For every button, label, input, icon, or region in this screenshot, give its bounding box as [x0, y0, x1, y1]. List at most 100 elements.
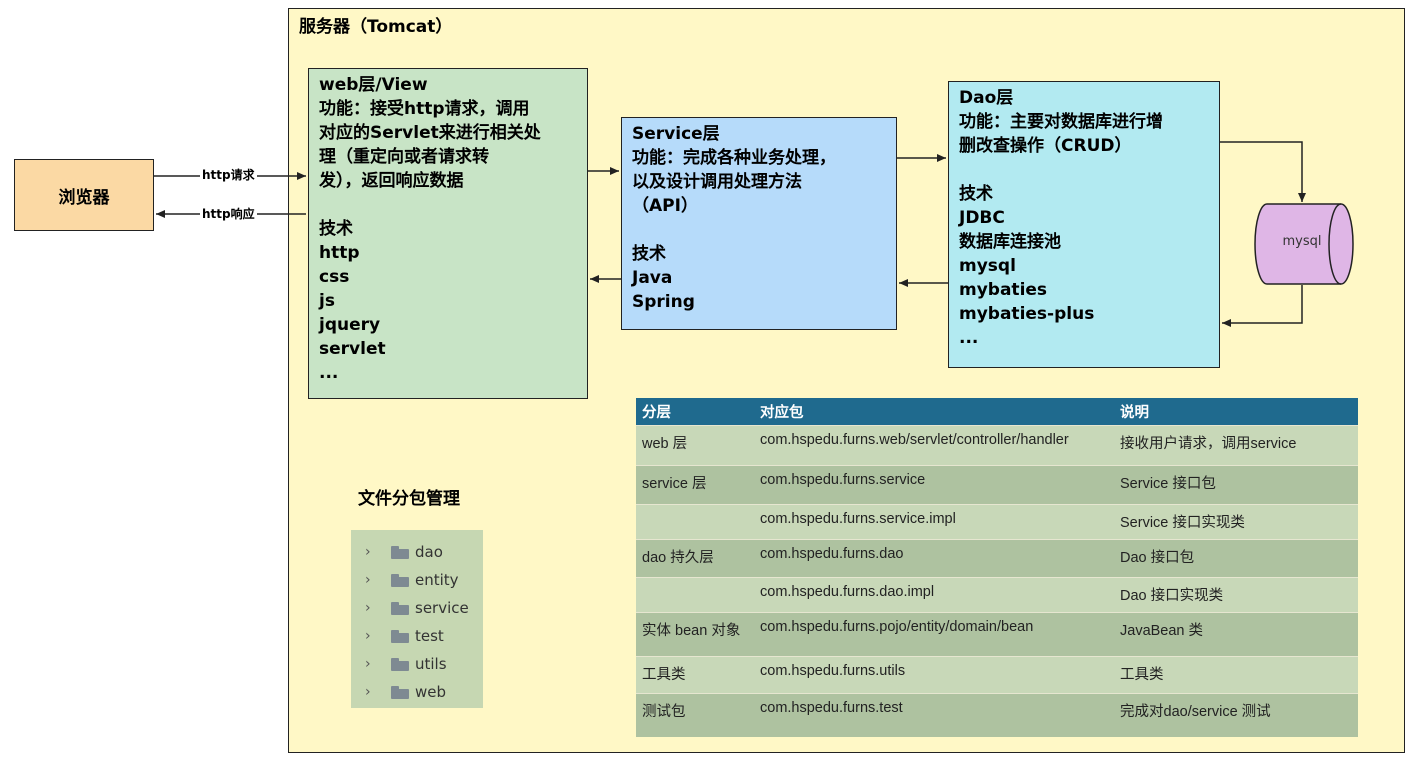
- box-text-line: [319, 193, 577, 217]
- box-text-line: 功能：完成各种业务处理，: [632, 148, 836, 168]
- package-folder-label: service: [415, 599, 469, 617]
- chevron-right-icon[interactable]: ›: [365, 572, 377, 588]
- box-text-line: servlet: [319, 339, 386, 359]
- box-text-line: 数据库连接池: [959, 232, 1061, 252]
- http-response-label: http响应: [200, 207, 257, 221]
- http-request-label: http请求: [200, 168, 257, 182]
- table-row: com.hspedu.furns.dao.impl Dao 接口实现类: [636, 577, 1358, 613]
- box-text-line: 技术: [319, 219, 353, 239]
- package-folder-label: utils: [415, 655, 447, 673]
- table-header-cell: 分层: [636, 398, 754, 425]
- table-cell: com.hspedu.furns.service.impl: [754, 503, 1114, 540]
- table-row: service 层 com.hspedu.furns.service Service…: [636, 465, 1358, 504]
- folder-icon: [391, 573, 409, 587]
- table-cell: [636, 577, 754, 613]
- folder-icon: [391, 629, 409, 643]
- web-layer-box: web层/View 功能：接受http请求，调用 对应的Servlet来进行相关处理…: [308, 68, 588, 399]
- table-row: 实体 bean 对象 com.hspedu.furns.pojo/entity/d…: [636, 611, 1358, 657]
- package-folder-label: entity: [415, 571, 459, 589]
- table-header-cell: 对应包: [754, 398, 1114, 425]
- package-tree: › dao › entity › service › test › utils › web: [351, 530, 483, 708]
- folder-icon: [391, 657, 409, 671]
- box-text-line: JDBC: [959, 208, 1005, 228]
- table-header-row: 分层 对应包 说明: [636, 398, 1358, 425]
- table-cell: com.hspedu.furns.dao: [754, 538, 1114, 578]
- table-row: 工具类 com.hspedu.furns.utils 工具类: [636, 656, 1358, 694]
- box-text-line: jquery: [319, 315, 381, 335]
- table-cell: Service 接口包: [1114, 465, 1358, 504]
- box-text-line: [959, 158, 1209, 182]
- chevron-right-icon[interactable]: ›: [365, 684, 377, 700]
- box-text-line: mysql: [959, 256, 1016, 276]
- package-folder-item[interactable]: › dao: [351, 538, 483, 566]
- box-text-line: Java: [632, 268, 673, 288]
- layer-package-table: 分层 对应包 说明 web 层 com.hspedu.furns.web/serv…: [636, 398, 1358, 737]
- box-text-line: Spring: [632, 292, 695, 312]
- table-cell: 测试包: [636, 692, 754, 737]
- table-row: dao 持久层 com.hspedu.furns.dao Dao 接口包: [636, 538, 1358, 578]
- table-cell: 工具类: [1114, 656, 1358, 694]
- table-row: web 层 com.hspedu.furns.web/servlet/contro…: [636, 424, 1358, 466]
- box-text-line: 对应的Servlet来进行相关处: [319, 123, 541, 143]
- package-folder-label: web: [415, 683, 447, 701]
- box-text-line: ...: [959, 328, 979, 348]
- table-cell: 实体 bean 对象: [636, 611, 754, 657]
- box-text-line: ...: [319, 363, 339, 383]
- table-cell: 接收用户请求，调用service: [1114, 424, 1358, 466]
- chevron-right-icon[interactable]: ›: [365, 600, 377, 616]
- box-text-line: 发），返回响应数据: [319, 171, 464, 191]
- table-cell: Dao 接口实现类: [1114, 577, 1358, 613]
- server-title: 服务器（Tomcat）: [299, 17, 453, 37]
- chevron-right-icon[interactable]: ›: [365, 544, 377, 560]
- box-text-line: Dao层: [959, 88, 1014, 108]
- table-row: 测试包 com.hspedu.furns.test 完成对dao/service 测…: [636, 692, 1358, 737]
- dao-layer-box: Dao层功能：主要对数据库进行增 删改查操作（CRUD） 技术 JDBC 数据库连接池 m…: [948, 81, 1220, 368]
- table-cell: web 层: [636, 424, 754, 466]
- box-text-line: 删改查操作（CRUD）: [959, 136, 1132, 156]
- package-folder-item[interactable]: › utils: [351, 650, 483, 678]
- box-text-line: js: [319, 291, 335, 311]
- box-text-line: http: [319, 243, 360, 263]
- package-section-title: 文件分包管理: [358, 489, 460, 509]
- table-cell: 完成对dao/service 测试: [1114, 692, 1358, 737]
- folder-icon: [391, 601, 409, 615]
- box-text-line: 理（重定向或者请求转: [319, 147, 489, 167]
- table-cell: Service 接口实现类: [1114, 503, 1358, 540]
- box-text-line: web层/View: [319, 75, 428, 95]
- package-folder-item[interactable]: › web: [351, 678, 483, 706]
- package-folder-label: dao: [415, 543, 443, 561]
- box-text-line: css: [319, 267, 350, 287]
- table-header-cell: 说明: [1114, 398, 1358, 425]
- chevron-right-icon[interactable]: ›: [365, 628, 377, 644]
- box-text-line: （API）: [632, 196, 698, 216]
- chevron-right-icon[interactable]: ›: [365, 656, 377, 672]
- mysql-label: mysql: [1282, 234, 1322, 249]
- table-cell: service 层: [636, 465, 754, 504]
- package-folder-item[interactable]: › entity: [351, 566, 483, 594]
- package-folder-item[interactable]: › service: [351, 594, 483, 622]
- table-cell: com.hspedu.furns.web/servlet/controller/…: [754, 424, 1114, 466]
- table-cell: com.hspedu.furns.test: [754, 692, 1114, 737]
- box-text-line: 技术: [632, 244, 666, 264]
- table-cell: com.hspedu.furns.utils: [754, 656, 1114, 694]
- browser-node: 浏览器: [14, 159, 154, 231]
- table-cell: com.hspedu.furns.pojo/entity/domain/bean: [754, 611, 1114, 657]
- package-folder-label: test: [415, 627, 444, 645]
- box-text-line: 功能：接受http请求，调用: [319, 99, 530, 119]
- table-row: com.hspedu.furns.service.impl Service 接口实…: [636, 503, 1358, 540]
- box-text-line: 技术: [959, 184, 993, 204]
- table-cell: com.hspedu.furns.dao.impl: [754, 577, 1114, 613]
- folder-icon: [391, 685, 409, 699]
- table-cell: 工具类: [636, 656, 754, 694]
- table-cell: Dao 接口包: [1114, 538, 1358, 578]
- folder-icon: [391, 545, 409, 559]
- box-text-line: Service层: [632, 124, 720, 144]
- box-text-line: mybaties-plus: [959, 304, 1095, 324]
- package-folder-item[interactable]: › test: [351, 622, 483, 650]
- box-text-line: 以及设计调用处理方法: [632, 172, 802, 192]
- box-text-line: 功能：主要对数据库进行增: [959, 112, 1163, 132]
- box-text-line: [632, 218, 886, 242]
- table-cell: [636, 503, 754, 540]
- table-cell: JavaBean 类: [1114, 611, 1358, 657]
- table-cell: dao 持久层: [636, 538, 754, 578]
